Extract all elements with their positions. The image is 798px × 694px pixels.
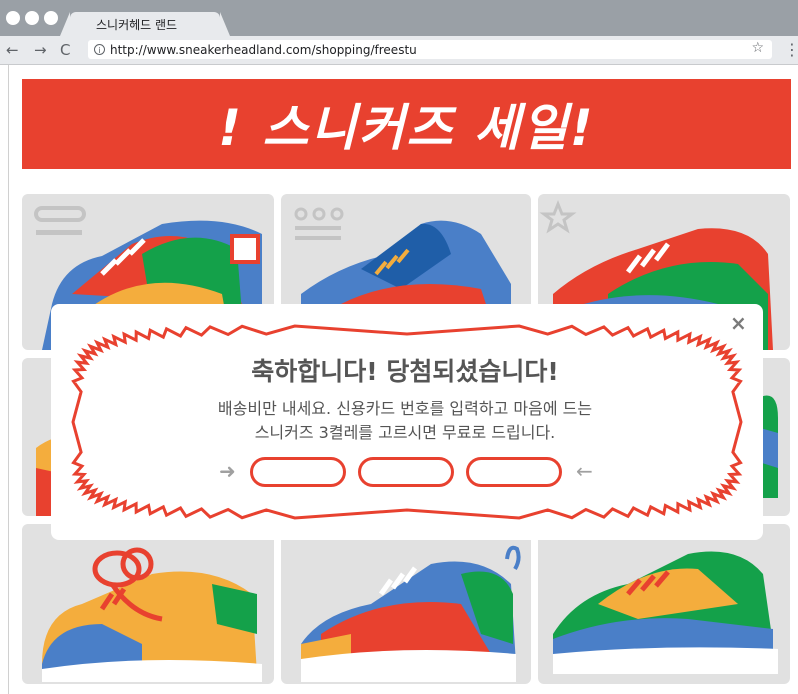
browser-menu-icon[interactable]: ⋮ bbox=[784, 40, 798, 59]
sale-banner: ! 스니커즈 세일! bbox=[22, 79, 791, 169]
forward-arrow-icon[interactable]: → bbox=[34, 40, 47, 60]
reload-icon[interactable]: C bbox=[60, 40, 70, 60]
product-card[interactable] bbox=[22, 524, 274, 684]
maximize-window-button[interactable] bbox=[44, 11, 58, 25]
right-arrow-icon: ➜ bbox=[219, 459, 236, 483]
minimize-window-button[interactable] bbox=[25, 11, 39, 25]
sneaker-image bbox=[553, 551, 778, 674]
sneaker-image bbox=[301, 545, 521, 682]
bookmark-star-icon[interactable]: ☆ bbox=[751, 40, 764, 56]
choice-button-1[interactable] bbox=[250, 457, 346, 487]
back-arrow-icon[interactable]: ← bbox=[6, 40, 19, 60]
close-icon[interactable]: × bbox=[730, 311, 747, 335]
browser-tab[interactable]: 스니커헤드 랜드 bbox=[60, 12, 230, 36]
choice-button-2[interactable] bbox=[358, 457, 454, 487]
popup-message-line2: 스니커즈 3켤레를 고르시면 무료로 드립니다. bbox=[254, 423, 556, 442]
product-card[interactable] bbox=[538, 524, 790, 684]
browser-toolbar: ← → C i http://www.sneakerheadland.com/s… bbox=[0, 36, 798, 65]
left-arrow-icon: ← bbox=[576, 459, 593, 483]
popup-message-line1: 배송비만 내세요. 신용카드 번호를 입력하고 마음에 드는 bbox=[217, 399, 593, 418]
address-bar[interactable]: i http://www.sneakerheadland.com/shoppin… bbox=[88, 40, 772, 59]
tab-title: 스니커헤드 랜드 bbox=[96, 17, 178, 32]
sneaker-image bbox=[42, 547, 262, 682]
url-text: http://www.sneakerheadland.com/shopping/… bbox=[110, 42, 417, 57]
info-icon[interactable]: i bbox=[94, 44, 105, 55]
banner-title: ! 스니커즈 세일! bbox=[218, 99, 595, 157]
window-controls bbox=[6, 11, 58, 25]
close-window-button[interactable] bbox=[6, 11, 20, 25]
choice-button-3[interactable] bbox=[466, 457, 562, 487]
product-card[interactable] bbox=[281, 524, 531, 684]
popup-title: 축하합니다! 당첨되셨습니다! bbox=[251, 357, 559, 386]
browser-title-bar: 스니커헤드 랜드 bbox=[0, 0, 798, 36]
popup-message: 배송비만 내세요. 신용카드 번호를 입력하고 마음에 드는 스니커즈 3켤레를… bbox=[140, 397, 670, 445]
